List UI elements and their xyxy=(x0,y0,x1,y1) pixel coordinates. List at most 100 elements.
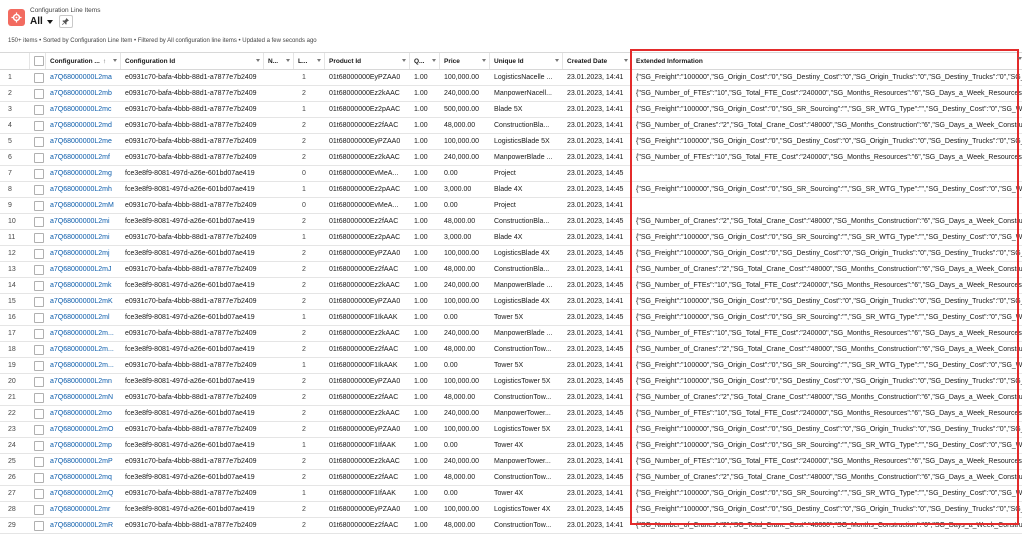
row-select-cell[interactable] xyxy=(30,374,46,389)
row-select-cell[interactable] xyxy=(30,518,46,533)
cell-name[interactable]: a7Q68000000L2mN xyxy=(46,390,121,405)
row-checkbox[interactable] xyxy=(34,136,44,147)
cell-name[interactable]: a7Q68000000L2mi xyxy=(46,214,121,229)
row-checkbox[interactable] xyxy=(34,264,44,275)
cell-name[interactable]: a7Q68000000L2mM xyxy=(46,198,121,213)
row-checkbox[interactable] xyxy=(34,168,44,179)
select-all-checkbox[interactable] xyxy=(34,56,44,66)
cell-name[interactable]: a7Q68000000L2mP xyxy=(46,454,121,469)
column-menu-icon[interactable] xyxy=(317,59,321,62)
row-select-cell[interactable] xyxy=(30,278,46,293)
row-checkbox[interactable] xyxy=(34,472,44,483)
table-row[interactable]: 26 a7Q68000000L2mq fce3e8f9-8081-497d-a26e… xyxy=(0,470,1022,486)
row-select-cell[interactable] xyxy=(30,326,46,341)
table-row[interactable]: 7 a7Q68000000L2mg fce3e8f9-8081-497d-a26e-… xyxy=(0,166,1022,182)
column-menu-icon[interactable] xyxy=(1018,57,1022,60)
table-row[interactable]: 14 a7Q68000000L2mk fce3e8f9-8081-497d-a26e… xyxy=(0,278,1022,294)
table-row[interactable]: 21 a7Q68000000L2mN e0931c70-bafa-4bbb-88d1… xyxy=(0,390,1022,406)
select-all-cell[interactable] xyxy=(30,53,46,69)
row-checkbox[interactable] xyxy=(34,344,44,355)
row-checkbox[interactable] xyxy=(34,280,44,291)
row-checkbox[interactable] xyxy=(34,520,44,531)
row-select-cell[interactable] xyxy=(30,486,46,501)
cell-name[interactable]: a7Q68000000L2mh xyxy=(46,182,121,197)
row-checkbox[interactable] xyxy=(34,152,44,163)
table-row[interactable]: 6 a7Q68000000L2mf e0931c70-bafa-4bbb-88d1-… xyxy=(0,150,1022,166)
column-menu-icon[interactable] xyxy=(286,59,290,62)
column-menu-icon[interactable] xyxy=(555,59,559,62)
table-row[interactable]: 16 a7Q68000000L2ml fce3e8f9-8081-497d-a26e… xyxy=(0,310,1022,326)
cell-name[interactable]: a7Q68000000L2mp xyxy=(46,438,121,453)
row-checkbox[interactable] xyxy=(34,232,44,243)
row-select-cell[interactable] xyxy=(30,262,46,277)
row-checkbox[interactable] xyxy=(34,312,44,323)
table-row[interactable]: 8 a7Q68000000L2mh fce3e8f9-8081-497d-a26e-… xyxy=(0,182,1022,198)
column-header-extended-information[interactable]: Extended Information xyxy=(632,53,1022,69)
row-checkbox[interactable] xyxy=(34,392,44,403)
column-header-configuration-id[interactable]: Configuration Id xyxy=(121,53,264,69)
row-select-cell[interactable] xyxy=(30,198,46,213)
table-row[interactable]: 20 a7Q68000000L2mn fce3e8f9-8081-497d-a26e… xyxy=(0,374,1022,390)
row-select-cell[interactable] xyxy=(30,422,46,437)
cell-name[interactable]: a7Q68000000L2mc xyxy=(46,102,121,117)
table-row[interactable]: 2 a7Q68000000L2mb e0931c70-bafa-4bbb-88d1-… xyxy=(0,86,1022,102)
column-menu-icon[interactable] xyxy=(432,59,436,62)
table-row[interactable]: 12 a7Q68000000L2mj fce3e8f9-8081-497d-a26e… xyxy=(0,246,1022,262)
row-select-cell[interactable] xyxy=(30,294,46,309)
column-header-price[interactable]: Price xyxy=(440,53,490,69)
cell-name[interactable]: a7Q68000000L2mo xyxy=(46,406,121,421)
row-checkbox[interactable] xyxy=(34,440,44,451)
column-header-q[interactable]: Q... xyxy=(410,53,440,69)
table-row[interactable]: 23 a7Q68000000L2mO e0931c70-bafa-4bbb-88d1… xyxy=(0,422,1022,438)
row-checkbox[interactable] xyxy=(34,424,44,435)
cell-name[interactable]: a7Q68000000L2mi xyxy=(46,230,121,245)
table-row[interactable]: 29 a7Q68000000L2mR e0931c70-bafa-4bbb-88d1… xyxy=(0,518,1022,534)
row-select-cell[interactable] xyxy=(30,438,46,453)
column-header-l[interactable]: L... xyxy=(294,53,325,69)
cell-name[interactable]: a7Q68000000L2md xyxy=(46,118,121,133)
table-row[interactable]: 18 a7Q68000000L2m... fce3e8f9-8081-497d-a2… xyxy=(0,342,1022,358)
row-checkbox[interactable] xyxy=(34,216,44,227)
cell-name[interactable]: a7Q68000000L2mr xyxy=(46,502,121,517)
cell-name[interactable]: a7Q68000000L2ma xyxy=(46,70,121,85)
row-checkbox[interactable] xyxy=(34,408,44,419)
cell-name[interactable]: a7Q68000000L2mf xyxy=(46,150,121,165)
row-select-cell[interactable] xyxy=(30,182,46,197)
column-header-configuration[interactable]: Configuration ... ↑ xyxy=(46,53,121,69)
row-checkbox[interactable] xyxy=(34,296,44,307)
cell-name[interactable]: a7Q68000000L2mg xyxy=(46,166,121,181)
table-row[interactable]: 19 a7Q68000000L2m... e0931c70-bafa-4bbb-88… xyxy=(0,358,1022,374)
table-row[interactable]: 22 a7Q68000000L2mo fce3e8f9-8081-497d-a26e… xyxy=(0,406,1022,422)
row-select-cell[interactable] xyxy=(30,70,46,85)
column-menu-icon[interactable] xyxy=(402,59,406,62)
row-checkbox[interactable] xyxy=(34,488,44,499)
row-select-cell[interactable] xyxy=(30,134,46,149)
row-select-cell[interactable] xyxy=(30,102,46,117)
pin-button[interactable] xyxy=(58,15,73,28)
cell-name[interactable]: a7Q68000000L2m... xyxy=(46,342,121,357)
row-select-cell[interactable] xyxy=(30,166,46,181)
row-select-cell[interactable] xyxy=(30,342,46,357)
row-select-cell[interactable] xyxy=(30,230,46,245)
table-row[interactable]: 13 a7Q68000000L2mJ e0931c70-bafa-4bbb-88d1… xyxy=(0,262,1022,278)
table-row[interactable]: 25 a7Q68000000L2mP e0931c70-bafa-4bbb-88d1… xyxy=(0,454,1022,470)
table-row[interactable]: 24 a7Q68000000L2mp fce3e8f9-8081-497d-a26e… xyxy=(0,438,1022,454)
row-checkbox[interactable] xyxy=(34,328,44,339)
cell-name[interactable]: a7Q68000000L2mJ xyxy=(46,262,121,277)
table-row[interactable]: 17 a7Q68000000L2m... e0931c70-bafa-4bbb-88… xyxy=(0,326,1022,342)
row-checkbox[interactable] xyxy=(34,456,44,467)
cell-name[interactable]: a7Q68000000L2m... xyxy=(46,358,121,373)
column-menu-icon[interactable] xyxy=(113,59,117,62)
table-row[interactable]: 27 a7Q68000000L2mQ e0931c70-bafa-4bbb-88d1… xyxy=(0,486,1022,502)
chevron-down-icon[interactable] xyxy=(46,19,53,24)
cell-name[interactable]: a7Q68000000L2mn xyxy=(46,374,121,389)
table-row[interactable]: 15 a7Q68000000L2mK e0931c70-bafa-4bbb-88d1… xyxy=(0,294,1022,310)
cell-name[interactable]: a7Q68000000L2mj xyxy=(46,246,121,261)
column-menu-icon[interactable] xyxy=(482,59,486,62)
row-select-cell[interactable] xyxy=(30,390,46,405)
cell-name[interactable]: a7Q68000000L2mK xyxy=(46,294,121,309)
cell-name[interactable]: a7Q68000000L2mO xyxy=(46,422,121,437)
row-select-cell[interactable] xyxy=(30,454,46,469)
row-checkbox[interactable] xyxy=(34,376,44,387)
column-header-created-date[interactable]: Created Date xyxy=(563,53,632,69)
